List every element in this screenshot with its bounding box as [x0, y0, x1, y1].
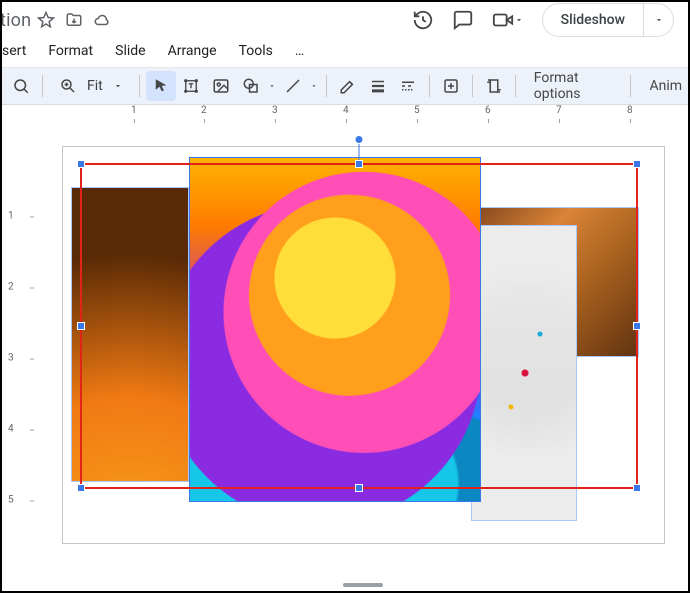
- zoom-dropdown[interactable]: Fit: [85, 78, 129, 94]
- select-tool-icon[interactable]: [146, 71, 176, 101]
- ruler-h-tick: 8: [627, 105, 633, 116]
- ruler-h-tick: 3: [272, 105, 278, 116]
- ruler-h-tick: 6: [485, 105, 491, 116]
- resize-handle-tl[interactable]: [77, 160, 85, 168]
- zoom-value: Fit: [87, 78, 103, 94]
- format-options-button[interactable]: Format options: [524, 71, 623, 101]
- move-to-folder-icon[interactable]: [65, 11, 83, 29]
- doc-title[interactable]: tion: [0, 10, 31, 31]
- resize-handle-br[interactable]: [633, 484, 641, 492]
- ruler-h-tick: 5: [414, 105, 420, 116]
- speaker-notes-drag-handle[interactable]: [343, 583, 383, 587]
- cloud-saved-icon[interactable]: [93, 11, 111, 29]
- titlebar: tion Slideshow: [0, 4, 690, 36]
- slideshow-split-button: Slideshow: [542, 3, 674, 37]
- line-dropdown[interactable]: [308, 82, 320, 90]
- slideshow-label: Slideshow: [561, 12, 625, 28]
- slideshow-dropdown[interactable]: [643, 4, 673, 36]
- rotation-handle[interactable]: [355, 135, 364, 144]
- resize-handle-mr[interactable]: [633, 322, 641, 330]
- ruler-horizontal[interactable]: 1 2 3 4 5 6 7 8: [36, 105, 690, 123]
- workspace: 1 2 3 4 5 6 7 8 1 2 3 4 5: [0, 105, 690, 593]
- chevron-down-icon: [113, 81, 123, 91]
- menu-format[interactable]: Format: [38, 41, 103, 61]
- border-dash-icon[interactable]: [393, 71, 423, 101]
- slideshow-button[interactable]: Slideshow: [543, 4, 643, 36]
- resize-handle-bm[interactable]: [355, 484, 363, 492]
- slide-canvas[interactable]: [36, 123, 690, 593]
- version-history-icon[interactable]: [412, 9, 434, 31]
- shape-tool-icon[interactable]: [236, 71, 266, 101]
- resize-handle-tm[interactable]: [355, 160, 363, 168]
- ruler-v-tick: 4: [8, 424, 14, 435]
- line-tool-icon[interactable]: [278, 71, 308, 101]
- present-meet-icon[interactable]: [492, 9, 524, 31]
- menu-insert[interactable]: sert: [0, 41, 36, 61]
- menu-arrange[interactable]: Arrange: [158, 41, 227, 61]
- search-menus-icon[interactable]: [6, 71, 36, 101]
- menu-slide[interactable]: Slide: [105, 41, 155, 61]
- zoom-icon[interactable]: [53, 71, 83, 101]
- border-color-icon[interactable]: [333, 71, 363, 101]
- resize-handle-ml[interactable]: [77, 322, 85, 330]
- ruler-v-tick: 5: [8, 495, 14, 506]
- resize-handle-bl[interactable]: [77, 484, 85, 492]
- ruler-h-tick: 4: [343, 105, 349, 116]
- replace-image-icon[interactable]: [436, 71, 466, 101]
- ruler-v-tick: 2: [8, 282, 14, 293]
- resize-handle-tr[interactable]: [633, 160, 641, 168]
- star-icon[interactable]: [37, 11, 55, 29]
- comments-icon[interactable]: [452, 9, 474, 31]
- ruler-h-tick: 1: [131, 105, 137, 116]
- ruler-h-tick: 7: [556, 105, 562, 116]
- selection-outline[interactable]: [80, 163, 638, 489]
- mask-image-icon[interactable]: [479, 71, 509, 101]
- ruler-vertical[interactable]: 1 2 3 4 5: [0, 123, 36, 593]
- ruler-v-tick: 1: [8, 211, 14, 222]
- menu-more[interactable]: …: [285, 41, 314, 61]
- image-tool-icon[interactable]: [206, 71, 236, 101]
- animate-button[interactable]: Anim: [639, 71, 684, 101]
- shape-dropdown[interactable]: [266, 82, 278, 90]
- ruler-v-tick: 3: [8, 353, 14, 364]
- toolbar: Fit: [0, 67, 690, 105]
- menu-tools[interactable]: Tools: [229, 41, 283, 61]
- ruler-h-tick: 2: [201, 105, 207, 116]
- textbox-tool-icon[interactable]: [176, 71, 206, 101]
- border-weight-icon[interactable]: [363, 71, 393, 101]
- menu-bar: sert Format Slide Arrange Tools …: [0, 38, 690, 64]
